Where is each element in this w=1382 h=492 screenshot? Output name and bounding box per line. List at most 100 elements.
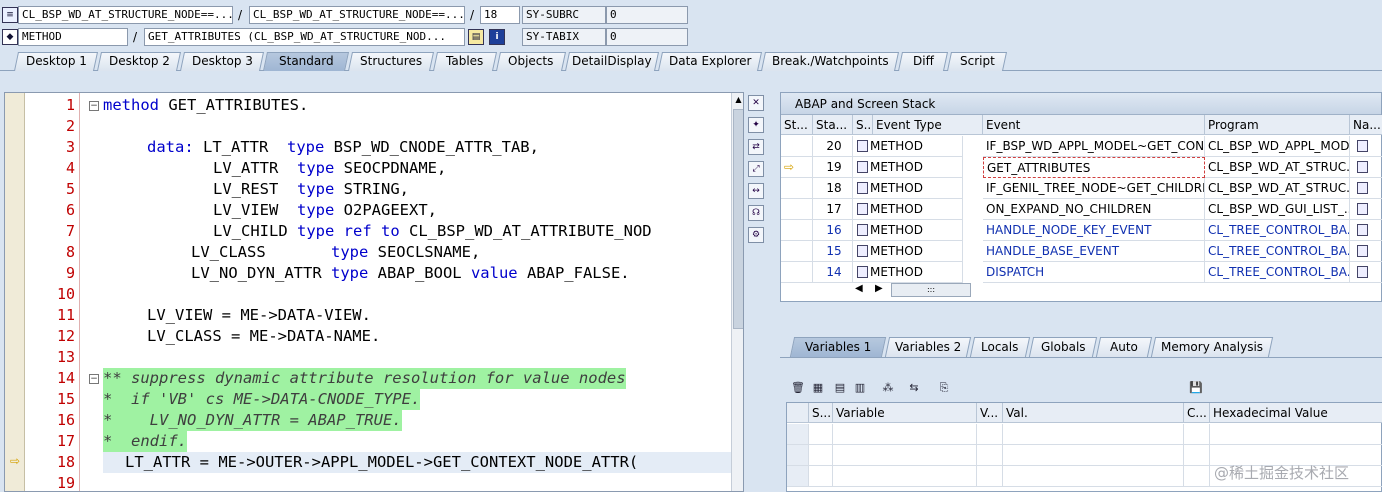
- scroll-thumb[interactable]: [733, 109, 743, 329]
- column-header[interactable]: Na...: [1350, 115, 1382, 135]
- scroll-left-icon[interactable]: ◀: [855, 283, 863, 294]
- table-cell[interactable]: [977, 445, 1003, 466]
- scroll-right-icon[interactable]: ▶: [875, 283, 883, 294]
- sysvar-name-field[interactable]: SY-SUBRC: [522, 6, 606, 24]
- tab-tables[interactable]: Tables: [432, 52, 498, 71]
- close-icon[interactable]: ✕: [748, 95, 764, 111]
- navigate-cell[interactable]: [1350, 157, 1382, 178]
- trash-icon[interactable]: 🗑: [790, 380, 806, 396]
- tab-locals[interactable]: Locals: [969, 337, 1031, 357]
- stack-level[interactable]: 18: [813, 178, 853, 199]
- tab-memory-analysis[interactable]: Memory Analysis: [1150, 337, 1274, 357]
- navigate-cell[interactable]: [1350, 262, 1382, 283]
- navigate-cell[interactable]: [1350, 136, 1382, 157]
- event-cell-selected[interactable]: GET_ATTRIBUTES: [983, 157, 1205, 178]
- tab-data-explorer[interactable]: Data Explorer: [657, 52, 763, 71]
- stack-level[interactable]: 19: [813, 157, 853, 178]
- breakpoint-gutter[interactable]: [5, 93, 25, 491]
- append-row-icon[interactable]: ▤: [832, 380, 848, 396]
- save-icon[interactable]: 💾: [1188, 380, 1204, 396]
- sysvar2-name-field[interactable]: SY-TABIX: [522, 28, 606, 46]
- variable-input[interactable]: [833, 424, 977, 445]
- stack-level[interactable]: 17: [813, 199, 853, 220]
- program-cell[interactable]: CL_BSP_WD_APPL_MOD...: [1205, 136, 1350, 157]
- event-type-field[interactable]: METHOD: [18, 28, 128, 46]
- delete-row-icon[interactable]: ▥: [852, 380, 868, 396]
- navigate-cell[interactable]: [1350, 241, 1382, 262]
- program-cell[interactable]: CL_TREE_CONTROL_BA...: [1205, 262, 1350, 283]
- stack-level[interactable]: 16: [813, 220, 853, 241]
- program-cell[interactable]: CL_BSP_WD_AT_STRUC...: [1205, 178, 1350, 199]
- hex-cell[interactable]: [1210, 424, 1382, 445]
- table-cell[interactable]: [1184, 424, 1210, 445]
- event-cell[interactable]: DISPATCH: [983, 262, 1205, 283]
- navigate-icon[interactable]: [1357, 224, 1368, 236]
- stack-level[interactable]: 14: [813, 262, 853, 283]
- event-cell[interactable]: HANDLE_NODE_KEY_EVENT: [983, 220, 1205, 241]
- navigate-icon[interactable]: [1357, 245, 1368, 257]
- sysvar-value-field[interactable]: 0: [606, 6, 688, 24]
- editor-vertical-scrollbar[interactable]: ▲: [731, 93, 743, 491]
- fold-toggle-icon[interactable]: −: [89, 101, 99, 111]
- navigate-icon[interactable]: [1357, 203, 1368, 215]
- event-cell[interactable]: IF_BSP_WD_APPL_MODEL~GET_CON...: [983, 136, 1205, 157]
- program-cell[interactable]: CL_BSP_WD_GUI_LIST_...: [1205, 199, 1350, 220]
- scroll-up-icon[interactable]: ▲: [733, 95, 743, 105]
- transfer-icon[interactable]: ⎘: [936, 380, 952, 396]
- tab-breakpoints[interactable]: Break./Watchpoints: [760, 52, 900, 71]
- table-cell[interactable]: [809, 466, 833, 487]
- column-header[interactable]: Event: [983, 115, 1205, 135]
- navigate-icon[interactable]: [1357, 182, 1368, 194]
- row-selector[interactable]: [787, 466, 809, 487]
- line-number-field[interactable]: 18: [480, 6, 520, 24]
- tab-desktop-3[interactable]: Desktop 3: [179, 52, 265, 71]
- table-cell[interactable]: [809, 445, 833, 466]
- services-icon[interactable]: ☊: [748, 205, 764, 221]
- navigate-icon[interactable]: [1357, 161, 1368, 173]
- event-type-cell[interactable]: METHOD: [853, 199, 963, 220]
- table-cell[interactable]: [977, 424, 1003, 445]
- tab-diff[interactable]: Diff: [897, 52, 949, 71]
- maximize-icon[interactable]: ⤢: [748, 161, 764, 177]
- event-type-cell[interactable]: METHOD: [853, 262, 963, 283]
- column-header[interactable]: C...: [1184, 403, 1210, 423]
- row-selector[interactable]: [787, 445, 809, 466]
- event-cell[interactable]: IF_GENIL_TREE_NODE~GET_CHILDREN: [983, 178, 1205, 199]
- navigate-cell[interactable]: [1350, 199, 1382, 220]
- table-cell[interactable]: [977, 466, 1003, 487]
- column-header[interactable]: Sta...: [813, 115, 853, 135]
- navigate-cell[interactable]: [1350, 220, 1382, 241]
- column-header[interactable]: Event Type: [873, 115, 983, 135]
- sysvar2-value-field[interactable]: 0: [606, 28, 688, 46]
- value-cell[interactable]: [1003, 424, 1184, 445]
- new-tool-icon[interactable]: ✦: [748, 117, 764, 133]
- column-header[interactable]: Val.: [1003, 403, 1184, 423]
- program-field[interactable]: CL_BSP_WD_AT_STRUCTURE_NODE==...: [18, 6, 233, 24]
- tab-detaildisplay[interactable]: DetailDisplay: [564, 52, 660, 71]
- tab-script[interactable]: Script: [946, 52, 1008, 71]
- program-cell[interactable]: CL_TREE_CONTROL_BA...: [1205, 241, 1350, 262]
- tab-structures[interactable]: Structures: [347, 52, 435, 71]
- table-cell[interactable]: [1184, 466, 1210, 487]
- stack-level[interactable]: 15: [813, 241, 853, 262]
- event-type-cell[interactable]: METHOD: [853, 136, 963, 157]
- tab-desktop-2[interactable]: Desktop 2: [96, 52, 182, 71]
- swap-tool-icon[interactable]: ⇄: [748, 139, 764, 155]
- resize-icon[interactable]: ↔: [748, 183, 764, 199]
- horizontal-scroll-thumb[interactable]: :::: [891, 283, 971, 297]
- insert-row-icon[interactable]: ▦: [810, 380, 826, 396]
- event-field[interactable]: GET_ATTRIBUTES (CL_BSP_WD_AT_STRUCTURE_N…: [144, 28, 465, 46]
- column-header[interactable]: Variable: [833, 403, 977, 423]
- column-header[interactable]: St...: [781, 115, 813, 135]
- event-cell[interactable]: ON_EXPAND_NO_CHILDREN: [983, 199, 1205, 220]
- source-editor[interactable]: 1 2 3 4 5 6 7 8 9 10 11 12 13 14 15 16 1…: [4, 92, 744, 492]
- table-cell[interactable]: [1184, 445, 1210, 466]
- row-selector[interactable]: [787, 424, 809, 445]
- settings-icon[interactable]: ⚙: [748, 227, 764, 243]
- hierarchy-icon[interactable]: ⁂: [880, 380, 896, 396]
- table-cell[interactable]: [809, 424, 833, 445]
- variable-input[interactable]: [833, 466, 977, 487]
- navigate-icon[interactable]: [1357, 140, 1368, 152]
- event-cell[interactable]: HANDLE_BASE_EVENT: [983, 241, 1205, 262]
- column-header[interactable]: Hexadecimal Value: [1210, 403, 1382, 423]
